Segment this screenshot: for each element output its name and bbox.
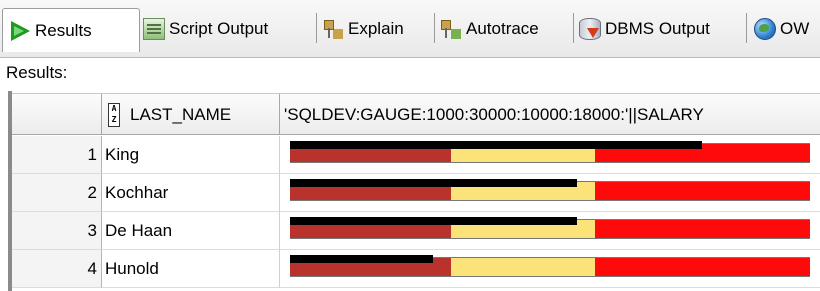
tab-results[interactable]: Results (2, 8, 140, 52)
row-number-header[interactable] (12, 94, 102, 135)
salary-gauge (280, 215, 810, 247)
play-icon (9, 20, 31, 42)
tab-script-output-label: Script Output (169, 19, 269, 38)
gauge-value-bar (290, 141, 703, 149)
cell-last-name[interactable]: De Haan (102, 212, 280, 250)
tab-owa-output-label: OW (780, 19, 810, 38)
results-label: Results: (6, 63, 68, 82)
gauge-high-band (594, 258, 810, 276)
tab-results-label: Results (35, 20, 92, 40)
gauge-mid-band (451, 258, 595, 276)
salary-gauge (280, 139, 810, 171)
table-row[interactable]: 3 De Haan (12, 212, 820, 250)
salary-gauge (280, 177, 810, 209)
gauge-high-band (594, 182, 810, 200)
gauge-high-band (594, 220, 810, 238)
tab-script-output[interactable]: Script Output (143, 9, 313, 49)
tab-dbms-output[interactable]: DBMS Output (579, 9, 741, 49)
tab-autotrace-label: Autotrace (466, 19, 539, 38)
table-row[interactable]: 2 Kochhar (12, 174, 820, 212)
table-row[interactable]: 1 King (12, 136, 820, 174)
cell-last-name[interactable]: Kochhar (102, 174, 280, 212)
tab-separator (746, 13, 747, 43)
cell-salary-gauge[interactable] (280, 174, 820, 212)
cell-salary-gauge[interactable] (280, 250, 820, 288)
cell-last-name[interactable]: Hunold (102, 250, 280, 288)
tab-separator (316, 13, 317, 43)
dbms-output-icon (579, 18, 601, 40)
tab-autotrace[interactable]: Autotrace (440, 9, 570, 49)
table-row[interactable]: 4 Hunold (12, 250, 820, 288)
cell-salary-gauge[interactable] (280, 136, 820, 174)
grid-header-row: AZ LAST_NAME 'SQLDEV:GAUGE:1000:30000:10… (12, 93, 820, 135)
globe-icon (754, 18, 776, 40)
gauge-value-bar (290, 179, 577, 187)
gauge-value-bar (290, 217, 577, 225)
autotrace-icon (440, 18, 462, 40)
row-number[interactable]: 2 (12, 174, 102, 212)
tab-separator (573, 13, 574, 43)
column-header-last-name-label: LAST_NAME (130, 104, 232, 124)
script-output-icon (143, 18, 165, 40)
tab-owa-output[interactable]: OW (754, 9, 820, 49)
explain-icon (322, 18, 344, 40)
results-tab-bar: Results Script Output Explain Autotrace … (0, 0, 820, 58)
column-header-last-name[interactable]: AZ LAST_NAME (102, 94, 280, 135)
tab-explain-label: Explain (348, 19, 404, 38)
cell-last-name[interactable]: King (102, 136, 280, 174)
sort-icon: AZ (108, 102, 120, 127)
row-number[interactable]: 3 (12, 212, 102, 250)
tab-explain[interactable]: Explain (322, 9, 432, 49)
row-number[interactable]: 1 (12, 136, 102, 174)
column-header-gauge-label: 'SQLDEV:GAUGE:1000:30000:10000:18000:'||… (284, 104, 704, 124)
gauge-value-bar (290, 255, 434, 263)
tab-dbms-output-label: DBMS Output (605, 19, 710, 38)
salary-gauge (280, 253, 810, 285)
tab-separator (434, 13, 435, 43)
row-number[interactable]: 4 (12, 250, 102, 288)
cell-salary-gauge[interactable] (280, 212, 820, 250)
column-header-gauge[interactable]: 'SQLDEV:GAUGE:1000:30000:10000:18000:'||… (280, 94, 820, 135)
